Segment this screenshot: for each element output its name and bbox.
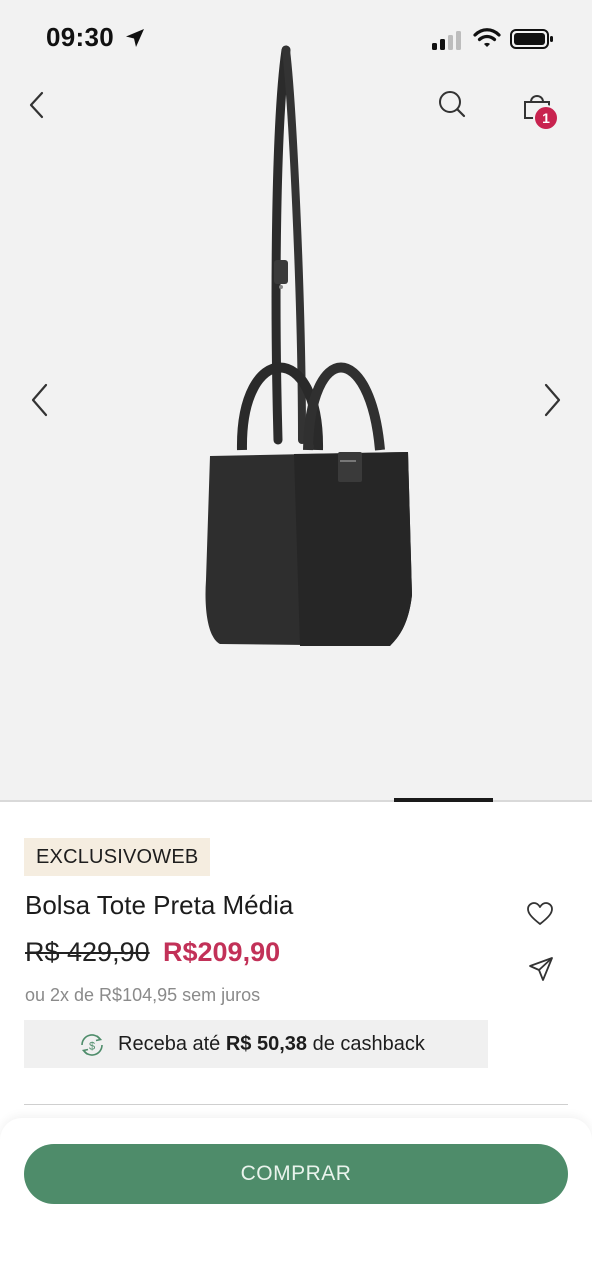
- cashback-banner: $ Receba até R$ 50,38 de cashback: [24, 1020, 488, 1068]
- back-icon: [29, 91, 44, 119]
- carousel-track: [0, 800, 592, 802]
- original-price: R$ 429,90: [25, 937, 150, 967]
- back-button[interactable]: [22, 88, 52, 122]
- cashback-icon: $: [81, 1034, 103, 1056]
- battery-icon: [510, 29, 553, 49]
- buy-button[interactable]: COMPRAR: [24, 1144, 568, 1204]
- favorite-button[interactable]: [526, 900, 554, 928]
- share-icon: [529, 957, 553, 981]
- status-bar: 09:30: [0, 0, 592, 80]
- sale-price: R$209,90: [163, 937, 281, 967]
- chevron-right-icon: [544, 383, 561, 417]
- share-button[interactable]: [527, 955, 555, 983]
- exclusive-tag: EXCLUSIVOWEB: [24, 838, 211, 876]
- product-title: Bolsa Tote Preta Média: [25, 890, 294, 920]
- chevron-left-icon: [31, 383, 48, 417]
- next-image-button[interactable]: [538, 380, 566, 420]
- cashback-text: Receba até R$ 50,38 de cashback: [118, 1033, 425, 1055]
- signal-icon: [432, 31, 461, 50]
- location-arrow-icon: [126, 29, 144, 47]
- search-button[interactable]: [436, 88, 470, 122]
- product-image-carousel[interactable]: [0, 0, 592, 800]
- product-image-black-tote-bag: [205, 45, 412, 646]
- wifi-icon: [473, 28, 501, 47]
- previous-image-button[interactable]: [26, 380, 54, 420]
- carousel-position-indicator: [394, 798, 493, 802]
- search-icon: [439, 91, 466, 118]
- section-divider: [24, 1104, 568, 1105]
- installments-text: ou 2x de R$104,95 sem juros: [25, 985, 261, 1005]
- svg-text:$: $: [89, 1041, 95, 1053]
- status-time: 09:30: [46, 22, 114, 52]
- heart-icon: [527, 902, 553, 925]
- cart-count-badge: 1: [533, 105, 559, 131]
